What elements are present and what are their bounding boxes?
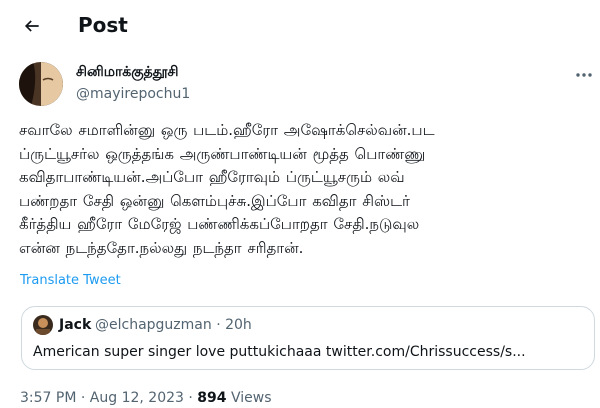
author-name[interactable]: சினிமாக்குத்தூசி [76, 62, 178, 82]
more-options-button[interactable] [572, 64, 596, 86]
quoted-author-name: Jack [59, 317, 92, 333]
quoted-time: 20h [225, 317, 252, 333]
separator: · [188, 390, 193, 406]
tweet-text-line: கீர்த்திய ஹீரோ மேரேஜ் பண்ணிக்கப்போறதா சே… [19, 215, 420, 233]
tweet-date[interactable]: Aug 12, 2023 [90, 390, 184, 406]
author-handle[interactable]: @mayirepochu1 [76, 84, 190, 104]
tweet-text-line: என்ன நடந்ததோ.நல்லது நடந்தா சரிதான். [19, 238, 304, 257]
top-bar: Post [0, 0, 600, 52]
arrow-left-icon [24, 20, 39, 32]
quoted-avatar [33, 315, 53, 335]
separator: · [216, 317, 221, 333]
tweet-time[interactable]: 3:57 PM [20, 390, 76, 406]
tweet-text-line: சவாலே சமாளின்னு ஒரு படம்.ஹீரோ அஷோக்செல்வ… [19, 121, 435, 139]
page-title: Post [78, 13, 128, 37]
tweet-text: சவாலே சமாளின்னு ஒரு படம்.ஹீரோ அஷோக்செல்வ… [19, 119, 591, 260]
author-avatar[interactable] [19, 62, 63, 106]
quoted-tweet[interactable]: Jack @elchapguzman · 20h American super … [21, 306, 595, 370]
translate-tweet-link[interactable]: Translate Tweet [20, 272, 121, 290]
views-label: Views [230, 390, 272, 406]
tweet-text-line: ப்ருட்யூசர்ல ஒருத்தங்க அருண்பாண்டியன் மூ… [19, 144, 426, 163]
quoted-meta: @elchapguzman · 20h [95, 316, 252, 334]
quoted-author-handle: @elchapguzman [95, 317, 212, 333]
views-count: 894 [197, 390, 227, 406]
tweet-footer: 3:57 PM · Aug 12, 2023 · 894 Views [20, 388, 272, 408]
quoted-text: American super singer love puttukichaaa … [33, 344, 526, 360]
back-button[interactable] [18, 12, 46, 40]
tweet-text-line: பண்றதா சேதி ஒன்னு கௌம்புச்சு.இப்போ கவிதா… [19, 191, 410, 210]
separator: · [80, 390, 86, 406]
tweet-text-line: கவிதாபாண்டியன்.அப்போ ஹீரோவும் ப்ருட்யூசர… [19, 168, 405, 186]
more-icon [576, 73, 592, 77]
